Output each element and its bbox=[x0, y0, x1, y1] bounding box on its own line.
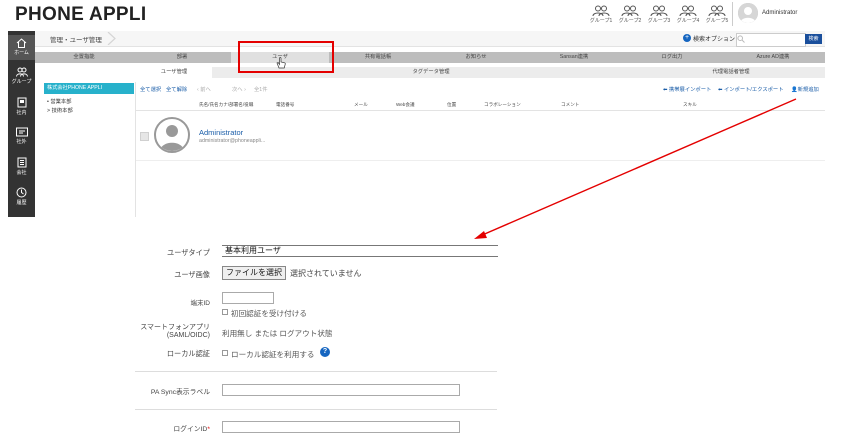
form-divider bbox=[135, 371, 497, 372]
tab-delegate[interactable]: 代理電話者管理 bbox=[666, 67, 796, 78]
group-icon bbox=[708, 5, 726, 17]
deselect-all-link[interactable]: 全て解除 bbox=[166, 85, 187, 93]
import-arrow-icon: ⬅ bbox=[663, 87, 668, 93]
tab-overview[interactable]: 全置指能 bbox=[35, 52, 133, 63]
org-item[interactable]: • 営業本部 bbox=[47, 97, 72, 105]
user-type-label: ユーザタイプ bbox=[167, 248, 210, 257]
highlight-box bbox=[238, 41, 334, 73]
first-auth-checkbox[interactable] bbox=[222, 309, 228, 315]
header-group-3[interactable]: グループ3 bbox=[646, 5, 672, 24]
help-icon[interactable]: ? bbox=[320, 347, 330, 357]
select-all-link[interactable]: 全て選択 bbox=[140, 85, 161, 93]
nav-group[interactable]: グループ bbox=[8, 67, 35, 85]
col-header-mail[interactable]: メール bbox=[354, 102, 368, 108]
user-type-select[interactable]: 基本利用ユーザ bbox=[222, 245, 498, 257]
choose-file-button[interactable]: ファイルを選択 bbox=[222, 266, 286, 280]
office-icon bbox=[17, 157, 26, 168]
file-status: 選択されていません bbox=[290, 269, 362, 278]
nav-company[interactable]: 会社 bbox=[8, 157, 35, 176]
import-arrow-icon: ⬅ bbox=[718, 87, 723, 93]
header-group-5[interactable]: グループ5 bbox=[704, 5, 730, 24]
search-icon bbox=[737, 35, 745, 43]
header-group-4[interactable]: グループ4 bbox=[675, 5, 701, 24]
device-id-label: 端末ID bbox=[190, 300, 211, 307]
main-tabs: 全置指能 部署 ユーザ 共有電話帳 お知らせ Sansan連携 ログ出力 Azu… bbox=[35, 52, 825, 63]
form-divider bbox=[135, 409, 497, 410]
col-header-skill[interactable]: スキル bbox=[683, 102, 697, 108]
col-header-location[interactable]: 位置 bbox=[447, 102, 456, 108]
first-auth-label: 初回認証を受け付ける bbox=[231, 309, 307, 318]
header-username[interactable]: Administrator bbox=[762, 10, 797, 16]
user-avatar[interactable] bbox=[738, 3, 758, 23]
nav-history[interactable]: 履歴 bbox=[8, 187, 35, 206]
new-user-button[interactable]: 👤新規追加 bbox=[791, 85, 819, 93]
app-logo: PHONE APPLI bbox=[15, 4, 147, 25]
org-root[interactable]: 株式会社PHONE APPLI bbox=[44, 83, 134, 94]
tab-azure-ad[interactable]: Azure AD連携 bbox=[721, 52, 825, 63]
add-circle-icon: + bbox=[683, 34, 691, 42]
group-icon bbox=[592, 5, 610, 17]
col-header-phone[interactable]: 電話番号 bbox=[276, 102, 294, 108]
tab-log-output[interactable]: ログ出力 bbox=[623, 52, 721, 63]
group-icon bbox=[15, 67, 28, 77]
import-export-link[interactable]: ⬅ インポート/エクスポート bbox=[718, 85, 784, 93]
search-button[interactable]: 検索 bbox=[805, 34, 822, 44]
group-icon bbox=[621, 5, 639, 17]
group-icon bbox=[679, 5, 697, 17]
tab-sansan[interactable]: Sansan連携 bbox=[525, 52, 623, 63]
header-group-2[interactable]: グループ2 bbox=[617, 5, 643, 24]
user-name-link[interactable]: Administrator bbox=[199, 128, 243, 137]
col-header-name[interactable]: 氏名/氏名カナ/部署名/役職 bbox=[199, 102, 253, 108]
person-icon bbox=[738, 3, 758, 23]
result-count: 全1件 bbox=[254, 87, 268, 93]
header-divider bbox=[136, 110, 825, 111]
pa-sync-input[interactable] bbox=[222, 384, 460, 396]
nav-internal[interactable]: 社内 bbox=[8, 97, 35, 116]
col-header-collaboration[interactable]: コラボレーション bbox=[484, 102, 521, 108]
nav-home[interactable]: ホーム bbox=[8, 35, 35, 60]
search-input[interactable] bbox=[736, 33, 806, 47]
tab-user-management[interactable]: ユーザ管理 bbox=[136, 67, 212, 78]
row-divider bbox=[136, 160, 825, 161]
row-checkbox[interactable] bbox=[140, 132, 149, 141]
breadcrumb[interactable]: 管理・ユーザ管理 bbox=[50, 34, 102, 44]
tab-shared-phonebook[interactable]: 共有電話帳 bbox=[329, 52, 427, 63]
group-icon bbox=[650, 5, 668, 17]
prev-page-link[interactable]: ‹ 前へ bbox=[197, 85, 211, 93]
history-icon bbox=[16, 187, 27, 198]
search-options-link[interactable]: 検索オプション bbox=[693, 34, 735, 43]
user-image-label: ユーザ画像 bbox=[174, 270, 210, 279]
user-row-avatar bbox=[154, 117, 190, 153]
login-id-input[interactable] bbox=[222, 421, 460, 433]
col-header-comment[interactable]: コメント bbox=[561, 102, 579, 108]
header-divider bbox=[732, 2, 733, 26]
breadcrumb-chevron-icon bbox=[107, 32, 116, 45]
tab-notices[interactable]: お知らせ bbox=[427, 52, 525, 63]
pa-sync-label: PA Sync表示ラベル bbox=[150, 389, 210, 396]
home-icon bbox=[16, 38, 27, 48]
contact-card-icon bbox=[15, 127, 28, 137]
next-page-link[interactable]: 次へ › bbox=[232, 85, 246, 93]
device-id-input[interactable] bbox=[222, 292, 274, 304]
nav-external[interactable]: 社外 bbox=[8, 127, 35, 145]
tab-department[interactable]: 部署 bbox=[133, 52, 231, 63]
building-icon bbox=[17, 97, 26, 108]
header-group-1[interactable]: グループ1 bbox=[588, 5, 614, 24]
main-nav: ホーム グループ 社内 社外 会社 履歴 bbox=[8, 31, 35, 217]
local-auth-checkbox[interactable] bbox=[222, 350, 228, 356]
org-item[interactable]: > 技術本部 bbox=[47, 106, 73, 114]
mobile-import-link[interactable]: ⬅ 携帯展インポート bbox=[663, 85, 711, 93]
person-icon bbox=[160, 125, 184, 151]
smartphone-app-status: 利用無し または ログアウト状態 bbox=[222, 329, 333, 338]
smartphone-app-label: スマートフォンアプリ (SAML/OIDC) bbox=[140, 324, 210, 339]
local-auth-label: ローカル認証 bbox=[166, 349, 210, 358]
hand-cursor-icon bbox=[276, 57, 286, 69]
local-auth-option: ローカル認証を利用する bbox=[231, 350, 315, 359]
add-user-icon: 👤 bbox=[791, 87, 798, 93]
tab-tag-data[interactable]: タグデータ管理 bbox=[366, 67, 496, 78]
col-header-web-meeting[interactable]: Web会議 bbox=[396, 102, 415, 108]
user-email: administrator@phoneappli... bbox=[199, 138, 266, 144]
login-id-label: ログインID* bbox=[173, 426, 210, 433]
